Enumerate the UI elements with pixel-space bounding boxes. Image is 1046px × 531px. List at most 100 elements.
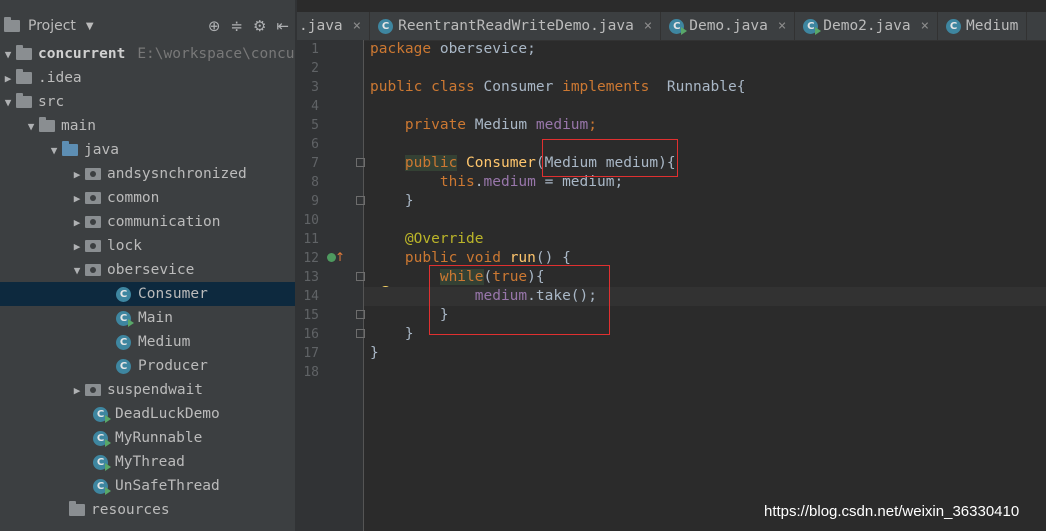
constructor-name: Consumer xyxy=(466,155,536,171)
tree-item-communication[interactable]: ▶ communication xyxy=(0,210,295,234)
resources-folder-icon xyxy=(69,501,85,516)
tree-item-producer[interactable]: C Producer xyxy=(0,354,295,378)
chevron-right-icon[interactable]: ▶ xyxy=(0,72,16,85)
chevron-down-icon[interactable]: ▼ xyxy=(23,120,39,133)
keyword: public xyxy=(404,250,458,266)
package-icon xyxy=(85,384,101,396)
folder-icon xyxy=(16,45,32,60)
code-line-3: public class Consumer implements Runnabl… xyxy=(370,78,745,97)
hide-panel-icon[interactable]: ⇤ xyxy=(276,17,289,35)
tree-item-label: MyRunnable xyxy=(115,430,203,446)
close-icon[interactable]: × xyxy=(353,18,361,34)
method-name: run xyxy=(509,250,536,266)
line-number: 4 xyxy=(311,99,319,114)
line-number: 13 xyxy=(303,270,319,285)
close-icon[interactable]: × xyxy=(644,18,652,34)
locate-icon[interactable]: ⊕ xyxy=(208,17,221,35)
annotation-box-while-loop xyxy=(429,265,610,335)
project-panel-header: Project ▼ ⊕ ≑ ⚙ ⇤ xyxy=(0,12,295,40)
tree-item-myrunnable[interactable]: C MyRunnable xyxy=(0,426,295,450)
tab-reentrantreadwritedemo[interactable]: C ReentrantReadWriteDemo.java × xyxy=(370,12,662,40)
chevron-down-icon[interactable]: ▼ xyxy=(86,21,94,32)
runnable-class-icon: C xyxy=(803,18,822,35)
keyword: this xyxy=(439,174,475,190)
collapse-all-icon[interactable]: ≑ xyxy=(230,17,243,35)
line-number: 17 xyxy=(303,346,319,361)
tree-item-src[interactable]: ▼ src xyxy=(0,90,295,114)
line-number: 2 xyxy=(311,61,319,76)
code-text: obersevice; xyxy=(431,41,536,57)
chevron-right-icon[interactable]: ▶ xyxy=(69,192,85,205)
chevron-down-icon[interactable]: ▼ xyxy=(0,96,16,109)
project-panel-title[interactable]: Project xyxy=(28,18,76,34)
tree-item-label: Medium xyxy=(138,334,191,350)
tree-item-main-class[interactable]: C Main xyxy=(0,306,295,330)
line-number: 16 xyxy=(303,327,319,342)
package-icon xyxy=(85,264,101,276)
tree-item-label: resources xyxy=(91,502,170,518)
editor-gutter: 1 2 3 4 5 6 7 8 9 10 11 12 13 14 15 16 1… xyxy=(297,40,365,531)
tree-item-resources[interactable]: resources xyxy=(0,498,295,522)
code-line-5: private Medium medium; xyxy=(370,116,597,135)
chevron-right-icon[interactable]: ▶ xyxy=(69,216,85,229)
tree-item-mythread[interactable]: C MyThread xyxy=(0,450,295,474)
folder-icon xyxy=(16,69,32,84)
tree-item-common[interactable]: ▶ common xyxy=(0,186,295,210)
tree-item-suspendwait[interactable]: ▶ suspendwait xyxy=(0,378,295,402)
tree-item-java[interactable]: ▼ java xyxy=(0,138,295,162)
class-icon: C xyxy=(946,18,961,34)
tree-item-main[interactable]: ▼ main xyxy=(0,114,295,138)
code-line-11: @Override xyxy=(370,230,484,249)
chevron-right-icon[interactable]: ▶ xyxy=(69,240,85,253)
gear-icon[interactable]: ⚙ xyxy=(253,17,266,35)
tree-item-idea[interactable]: ▶ .idea xyxy=(0,66,295,90)
editor-tabs: .java × C ReentrantReadWriteDemo.java × … xyxy=(297,12,1046,41)
tree-item-lock[interactable]: ▶ lock xyxy=(0,234,295,258)
runnable-class-icon: C xyxy=(93,406,111,423)
close-icon[interactable]: × xyxy=(921,18,929,34)
folder-icon xyxy=(16,93,32,108)
tree-item-obersevice[interactable]: ▼ obersevice xyxy=(0,258,295,282)
code-text: ; xyxy=(588,117,597,133)
annotation-box-constructor-params xyxy=(542,139,678,177)
line-number: 10 xyxy=(303,213,319,228)
tab-demo2[interactable]: C Demo2.java × xyxy=(795,12,938,40)
tree-item-label: main xyxy=(61,118,96,134)
runnable-class-icon: C xyxy=(93,454,111,471)
tree-item-label: src xyxy=(38,94,65,110)
tree-item-label: DeadLuckDemo xyxy=(115,406,220,422)
tab-medium[interactable]: C Medium xyxy=(938,12,1028,40)
chevron-right-icon[interactable]: ▶ xyxy=(69,384,85,397)
tab-java[interactable]: .java × xyxy=(297,12,371,40)
chevron-down-icon[interactable]: ▼ xyxy=(46,144,62,157)
tree-item-consumer[interactable]: C Consumer xyxy=(0,282,295,306)
annotation: @Override xyxy=(404,231,484,247)
tree-item-unsafethread[interactable]: C UnSafeThread xyxy=(0,474,295,498)
arrow-up-icon[interactable]: ↑ xyxy=(335,250,345,264)
class-icon: C xyxy=(116,286,131,302)
chevron-down-icon[interactable]: ▼ xyxy=(69,264,85,277)
package-icon xyxy=(85,168,101,180)
class-icon: C xyxy=(116,334,131,350)
tree-item-deadluckdemo[interactable]: C DeadLuckDemo xyxy=(0,402,295,426)
code-editor[interactable]: package obersevice; public class Consume… xyxy=(364,40,1046,531)
chevron-down-icon[interactable]: ▼ xyxy=(0,48,16,61)
runnable-class-icon: C xyxy=(93,478,111,495)
field-name: medium xyxy=(535,117,589,133)
chevron-right-icon[interactable]: ▶ xyxy=(69,168,85,181)
runnable-class-icon: C xyxy=(93,430,111,447)
source-folder-icon xyxy=(62,141,78,156)
watermark: https://blog.csdn.net/weixin_36330410 xyxy=(764,503,1020,520)
tree-item-andsysnchronized[interactable]: ▶ andsysnchronized xyxy=(0,162,295,186)
close-icon[interactable]: × xyxy=(778,18,786,34)
code-text: } xyxy=(404,193,414,209)
project-path: E:\workspace\concu xyxy=(137,46,295,62)
tree-item-label: suspendwait xyxy=(107,382,204,398)
tree-item-concurrent[interactable]: ▼ concurrent E:\workspace\concu xyxy=(0,42,295,66)
runnable-class-icon: C xyxy=(116,310,134,327)
tree-item-medium[interactable]: C Medium xyxy=(0,330,295,354)
line-number: 1 xyxy=(311,42,319,57)
tree-item-label: communication xyxy=(107,214,221,230)
tab-demo[interactable]: C Demo.java × xyxy=(661,12,796,40)
line-number: 14 xyxy=(303,289,319,304)
